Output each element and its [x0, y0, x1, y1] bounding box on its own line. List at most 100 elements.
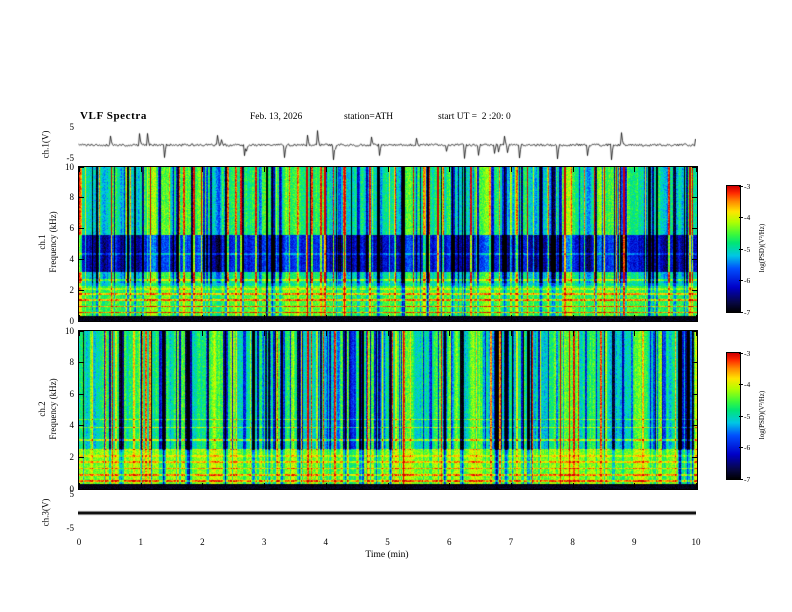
ch1-spec-ytick-label: 10: [65, 161, 74, 172]
xaxis-tick-label: 3: [261, 537, 267, 547]
xaxis-title: Time (min): [365, 550, 409, 560]
ch1-spectrogram-canvas: [79, 167, 697, 321]
ch3-waveform-canvas: [78, 494, 696, 532]
ch2-spec-ytick-mark: [79, 456, 84, 458]
ch1-spec-xtick-mark-bottom: [79, 315, 80, 320]
ch2-spectrogram-canvas: [79, 331, 697, 489]
ch1-spec-ytick-mark: [79, 289, 84, 291]
ch2-spec-ytick-mark: [79, 425, 84, 427]
ch1-spec-xtick-mark-top: [387, 167, 389, 172]
ch1-spec-xtick-mark-top: [140, 167, 142, 172]
ch2-spec-ytick-label: 8: [69, 357, 75, 368]
colorbar-1-tick-label: -7: [744, 307, 751, 317]
colorbar-1-tick-label: -3: [744, 181, 751, 191]
colorbar-2-label: log(PSD)(V²/Hz): [758, 390, 766, 440]
ch1-spec-ytick-label: 4: [69, 253, 75, 264]
ch1-spec-xtick-mark-bottom: [696, 315, 697, 320]
ch2-spec-xtick-mark-top: [387, 331, 389, 336]
ch3-voltage-ylabel: ch.3(V): [40, 498, 51, 527]
colorbar-2-tick-label: -3: [744, 348, 751, 358]
colorbar-1-tick-mark: [739, 280, 743, 281]
xaxis-tick-label: 1: [138, 537, 143, 547]
ch2-spec-xtick-mark-top: [140, 331, 142, 336]
ch2-spec-xtick-mark-top: [696, 331, 697, 336]
xaxis-tick-label: 7: [508, 537, 514, 547]
ch1-spec-xtick-mark-bottom: [325, 315, 327, 320]
ch1-spectrogram-panel: [78, 166, 698, 322]
ch1-spec-xtick-mark-bottom: [202, 315, 204, 320]
ch1-spec-xtick-mark-top: [264, 167, 266, 172]
ch1-spec-ytick-mark-right: [692, 197, 697, 199]
ch1-spec-ytick-mark: [79, 228, 84, 230]
colorbar-2-tick-mark: [739, 478, 743, 480]
ch1-spec-xtick-mark-top: [449, 167, 451, 172]
colorbar-2-tick-mark: [739, 447, 743, 448]
colorbar-2-tick-label: -5: [744, 411, 751, 421]
ch3-wave-ytick-bottom: -5: [66, 523, 75, 533]
ch2-spec-ytick-label: 4: [69, 420, 75, 431]
ch1-spec-xtick-mark-top: [572, 167, 574, 172]
ch1-spec-xtick-mark-top: [510, 167, 512, 172]
xaxis-tick-label: 2: [200, 537, 205, 547]
ch2-spec-ytick-label: 2: [69, 451, 75, 462]
xaxis-tick-label: 0: [76, 537, 82, 547]
colorbar-1-tick-label: -4: [744, 213, 751, 222]
ch1-spec-ytick-label: 0: [69, 315, 75, 326]
ch1-spec-ytick-label: 6: [69, 223, 75, 234]
ch2-spec-xtick-mark-bottom: [140, 483, 142, 488]
ch2-spec-ylabel: ch.2 Frequency (kHz): [37, 324, 59, 494]
colorbar-2-tick-mark: [739, 415, 743, 417]
ch1-spec-ytick-mark-right: [692, 258, 697, 260]
colorbar-2-tick-mark: [739, 384, 743, 385]
ch1-spec-xtick-mark-top: [634, 167, 636, 172]
ch2-spec-xtick-mark-bottom: [264, 483, 266, 488]
date-label: Feb. 13, 2026: [250, 112, 303, 122]
colorbar-2-tick-label: -4: [744, 380, 751, 389]
ch2-spec-ytick-mark: [79, 488, 84, 490]
colorbar-1-tick-label: -5: [744, 244, 751, 254]
ch2-spec-xtick-mark-bottom: [634, 483, 636, 488]
ch1-spec-ytick-mark-right: [692, 320, 697, 322]
xaxis-tick-label: 8: [570, 537, 575, 547]
ch2-spec-ytick-label: 6: [69, 388, 75, 399]
ch2-spec-xtick-mark-bottom: [510, 483, 512, 488]
colorbar-2-tick-mark: [739, 352, 743, 354]
ch1-waveform-canvas: [78, 126, 696, 164]
ch2-spec-ytick-mark-right: [692, 362, 697, 364]
ch2-spec-xtick-mark-bottom: [79, 483, 80, 488]
ch1-spec-ylabel-channel: ch.1: [37, 234, 47, 250]
ch2-spec-xtick-mark-top: [325, 331, 327, 336]
colorbar-1-tick-mark: [739, 248, 743, 250]
ch1-spec-xtick-mark-bottom: [140, 315, 142, 320]
ch1-spec-ytick-label: 8: [69, 192, 75, 203]
ch2-spec-ytick-mark-right: [692, 488, 697, 490]
ch1-spec-xtick-mark-top: [79, 167, 80, 172]
ch1-spec-ytick-mark: [79, 197, 84, 199]
ch2-spec-xtick-mark-bottom: [572, 483, 574, 488]
xaxis-tick-label: 4: [323, 537, 329, 547]
ch2-spec-xtick-mark-bottom: [387, 483, 389, 488]
ch1-spec-ytick-mark: [79, 320, 84, 322]
colorbar-2-tick-label: -7: [744, 474, 751, 484]
ch2-spectrogram-panel: [78, 330, 698, 490]
ch1-spec-xtick-mark-bottom: [449, 315, 451, 320]
xaxis-tick-label: 9: [632, 537, 637, 547]
ch2-spec-ytick-mark: [79, 393, 84, 395]
ch2-spec-xtick-mark-top: [634, 331, 636, 336]
start-ut-label: start UT = 2 :20: 0: [438, 112, 511, 122]
colorbar-1-tick-mark: [739, 185, 743, 187]
xaxis-tick-label: 10: [691, 537, 701, 547]
ch2-spec-xtick-mark-top: [79, 331, 80, 336]
ch2-spec-xtick-mark-top: [449, 331, 451, 336]
ch1-spec-xtick-mark-top: [696, 167, 697, 172]
ch2-spec-ytick-label: 0: [69, 483, 75, 494]
station-label: station=ATH: [344, 112, 394, 122]
ch1-spec-xtick-mark-bottom: [510, 315, 512, 320]
colorbar-2-tick-label: -6: [744, 443, 751, 452]
ch1-spec-xtick-mark-top: [325, 167, 327, 172]
ch2-spec-xtick-mark-bottom: [202, 483, 204, 488]
ch2-spec-xtick-mark-top: [572, 331, 574, 336]
ch1-spec-ytick-label: 2: [69, 284, 75, 295]
ch2-spec-ytick-mark-right: [692, 425, 697, 427]
ch2-spec-xtick-mark-bottom: [325, 483, 327, 488]
